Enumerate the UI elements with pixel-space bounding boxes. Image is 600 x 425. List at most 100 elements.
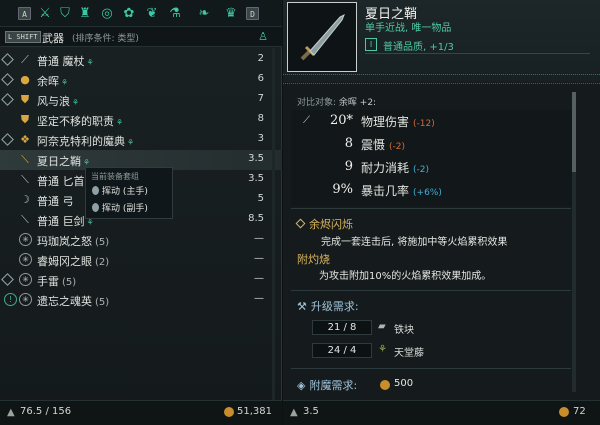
armor-icon[interactable]: ♜ xyxy=(76,5,94,22)
upgrade-title: ⚒ 升级需求: xyxy=(297,300,359,313)
soul-icon: ✳ xyxy=(19,293,32,306)
item-name: 余晖 ⚘ xyxy=(37,75,69,88)
list-item[interactable]: ✳ 玛珈岚之怒 (5) — xyxy=(0,230,282,250)
list-item[interactable]: ✳ 睿姆冈之眼 (2) — xyxy=(0,250,282,270)
enchant-cost: 500 xyxy=(394,378,414,389)
crown-icon[interactable]: ♛ xyxy=(222,5,240,22)
list-item[interactable]: ! ✳ 遗忘之魂英 (5) — xyxy=(0,290,282,310)
leaf-mark-icon: ⚘ xyxy=(86,58,94,67)
greatsword-icon: ⟍ xyxy=(21,213,29,226)
leaf-mark-icon: ⚘ xyxy=(61,78,69,87)
weight-icon: ▲ xyxy=(7,407,15,418)
stat-value: 9 xyxy=(344,159,353,174)
material-amount: 24 / 4 xyxy=(312,343,372,358)
weight-icon: ▲ xyxy=(290,407,298,418)
item-type: 单手近战, 唯一物品 xyxy=(365,23,452,34)
item-name: 普通 魔杖 ⚘ xyxy=(37,55,94,68)
stat-label: 物理伤害 (-12) xyxy=(361,115,435,129)
crossed-swords-icon[interactable]: ⚔ xyxy=(36,5,54,22)
rings-icon[interactable]: ◎ xyxy=(98,5,116,22)
item-weight: 3.5 xyxy=(248,173,264,184)
scroll-icon[interactable]: ❧ xyxy=(195,5,213,22)
bomb-icon: ✳ xyxy=(19,253,32,266)
category-bar: A ⚔ ⛉ ♜ ◎ ✿ ❦ ⚗ ❧ ♛ D xyxy=(0,0,282,27)
item-name: 玛珈岚之怒 (5) xyxy=(37,235,110,248)
category-title: 武器 xyxy=(42,32,64,45)
stat-stagger: 8 震慑 (-2) xyxy=(283,134,573,154)
favorite-marker-icon xyxy=(1,133,14,146)
item-weight: — xyxy=(254,253,264,264)
bow-icon: ☽ xyxy=(20,193,30,206)
quality-badge: I xyxy=(365,38,377,51)
dragon-icon[interactable]: ❦ xyxy=(143,5,161,22)
stat-crit-chance: 9% 暴击几率 (+6%) xyxy=(283,180,573,200)
stat-label: 震慑 (-2) xyxy=(361,138,406,152)
item-count: (2) xyxy=(95,257,110,268)
item-weight: 3 xyxy=(257,133,264,144)
list-scrollbar[interactable] xyxy=(272,48,275,408)
bomb-icon: ✳ xyxy=(19,233,32,246)
perk-title: 余烬闪烁 xyxy=(295,216,353,232)
list-item[interactable]: ✳ 手雷 (5) — xyxy=(0,270,282,290)
stat-value: 9% xyxy=(332,182,353,197)
favorite-marker-icon xyxy=(1,53,14,66)
sword-stat-icon: ⟋ xyxy=(303,115,310,126)
list-item[interactable]: ⛊ 坚定不移的职责 ⚘ 8 xyxy=(0,110,282,130)
bag-icon[interactable]: ♙ xyxy=(258,30,268,43)
prev-category-key[interactable]: A xyxy=(18,7,31,20)
shield-icon: ⛊ xyxy=(20,93,30,106)
material-name: 铁块 xyxy=(394,325,414,336)
item-name: 阿奈克特利的魔典 ⚘ xyxy=(37,135,135,148)
gold-coin-icon xyxy=(224,407,234,417)
material-amount: 21 / 8 xyxy=(312,320,372,335)
shield-icon[interactable]: ⛉ xyxy=(56,5,74,22)
item-name: 手雷 (5) xyxy=(37,275,77,288)
perk-description: 完成一套连击后, 将施加中等火焰累积效果 xyxy=(321,237,508,248)
favorite-marker-icon xyxy=(1,273,14,286)
diamond-icon xyxy=(295,218,306,229)
leaf-mark-icon: ⚘ xyxy=(83,158,91,167)
book-icon: ❖ xyxy=(20,133,30,146)
list-item[interactable]: ❖ 阿奈克特利的魔典 ⚘ 3 xyxy=(0,130,282,150)
item-name: 坚定不移的职责 ⚘ xyxy=(37,115,124,128)
item-name: 普通 匕首 xyxy=(37,175,85,188)
list-item[interactable]: ⛊ 风与浪 ⚘ 7 xyxy=(0,90,282,110)
list-item[interactable]: ⟋ 普通 魔杖 ⚘ 2 xyxy=(0,50,282,70)
item-name: 睿姆冈之眼 (2) xyxy=(37,255,110,268)
hand-icon xyxy=(92,186,99,195)
item-weight: 3.5 xyxy=(248,153,264,164)
item-detail-panel: 夏日之鞘 单手近战, 唯一物品 I 普通品质, +1/3 对比对象: 余晖 +2… xyxy=(283,0,600,425)
next-category-key[interactable]: D xyxy=(246,7,259,20)
item-weight: — xyxy=(254,233,264,244)
detail-scrollbar-thumb[interactable] xyxy=(572,92,576,172)
detail-footer: ▲ 3.5 72 xyxy=(283,400,600,425)
inventory-panel: A ⚔ ⛉ ♜ ◎ ✿ ❦ ⚗ ❧ ♛ D L SHIFT 武器 (排序条件: … xyxy=(0,0,282,425)
trinket-icon[interactable]: ✿ xyxy=(120,5,138,22)
section-divider xyxy=(291,368,571,369)
item-name: 遗忘之魂英 (5) xyxy=(37,295,110,308)
item-count: (5) xyxy=(95,297,110,308)
sort-label[interactable]: (排序条件: 类型) xyxy=(72,31,139,44)
enchant-icon: ◈ xyxy=(297,379,306,392)
item-name: 普通 弓 xyxy=(37,195,74,208)
item-weight: — xyxy=(254,293,264,304)
list-item[interactable]: ● 余晖 ⚘ 6 xyxy=(0,70,282,90)
iron-ingot-icon: ▰ xyxy=(378,321,386,332)
item-image xyxy=(287,2,357,72)
equip-main-hand[interactable]: 挥动 (主手) xyxy=(92,184,148,198)
item-weight-total: 3.5 xyxy=(303,406,319,417)
stat-value: 20* xyxy=(329,113,353,128)
gold-amount: 51,381 xyxy=(237,406,272,417)
item-weight: 7 xyxy=(257,93,264,104)
equip-set-tooltip: 当前装备套组 挥动 (主手) 挥动 (副手) xyxy=(85,167,173,219)
shift-key[interactable]: L SHIFT xyxy=(5,31,41,43)
item-count: (5) xyxy=(62,277,77,288)
dagger-icon xyxy=(300,13,345,61)
potion-icon[interactable]: ⚗ xyxy=(166,5,184,22)
category-subheader: L SHIFT 武器 (排序条件: 类型) ♙ xyxy=(0,27,282,47)
hand-icon xyxy=(92,203,99,212)
section-divider xyxy=(291,208,571,209)
material-name: 天堂藤 xyxy=(394,348,424,359)
equip-off-hand[interactable]: 挥动 (副手) xyxy=(92,201,148,215)
new-item-icon: ! xyxy=(4,293,17,306)
